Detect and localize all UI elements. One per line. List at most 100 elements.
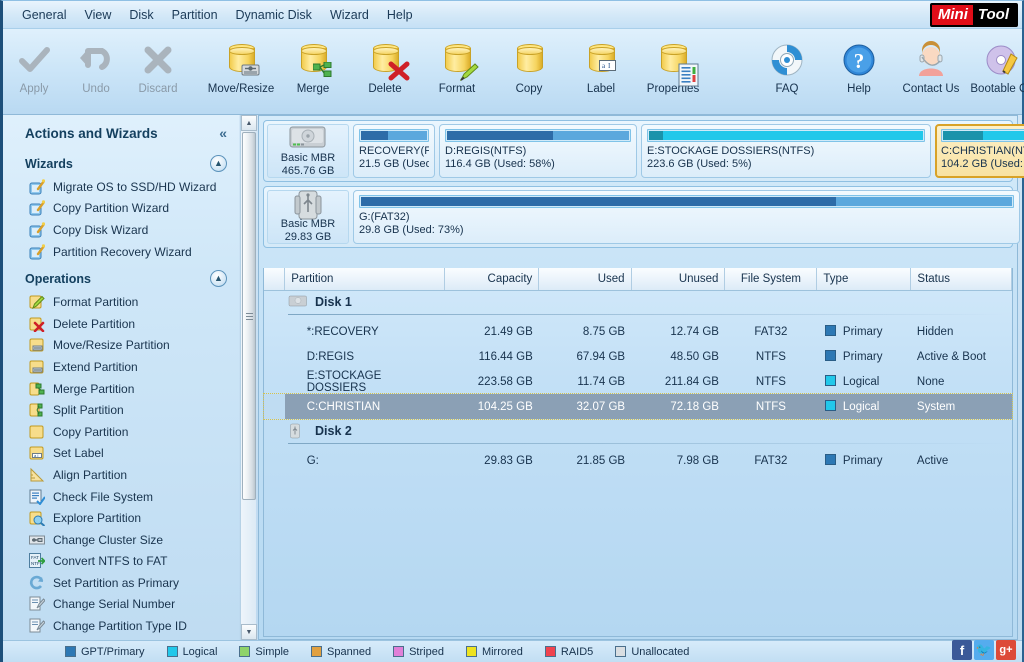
sidebar-item-merge-partition[interactable]: Merge Partition [3,378,239,400]
table-row[interactable]: E:STOCKAGE DOSSIERS 223.58 GB 11.74 GB 211.… [264,369,1012,394]
menu-item-wizard[interactable]: Wizard [321,4,378,26]
scroll-up-arrow-icon[interactable]: ▲ [241,115,257,131]
wizard-wand-icon [29,243,46,260]
partition-block-selected[interactable]: C:CHRISTIAN(NTFS)104.2 GB (Used: 30%) [935,124,1024,178]
table-header-status[interactable]: Status [910,268,1012,291]
table-row[interactable]: D:REGIS 116.44 GB 67.94 GB 48.50 GB NTFS Prim… [264,344,1012,369]
toolbar-button-move-resize[interactable]: Move/Resize [205,35,277,115]
toolbar-button-help[interactable]: ? Help [823,35,895,115]
row-gutter [264,394,285,419]
table-disk-group-header: Disk 1 [264,290,1012,319]
disk-group-cell: Disk 1 [264,290,1012,319]
question-icon: ? [839,41,879,79]
sidebar-section-toggle-icon[interactable]: ▲ [210,270,227,288]
sidebar-item-change-serial-number[interactable]: Change Serial Number [3,594,239,616]
menu-item-general[interactable]: General [13,4,75,26]
toolbar-button-merge[interactable]: Merge [277,35,349,115]
googleplus-icon[interactable]: g+ [996,640,1016,660]
sidebar-item-label: Change Serial Number [53,597,176,612]
extend-partition-icon [29,359,45,375]
sidebar-item-convert-ntfs-to-fat[interactable]: FAT NTF Convert NTFS to FAT [3,551,239,573]
sidebar-item-split-partition[interactable]: Split Partition [3,399,239,421]
partition-block[interactable]: RECOVERY(FA21.5 GB (Used [353,124,435,178]
partition-block[interactable]: E:STOCKAGE DOSSIERS(NTFS) 223.6 GB (Used:… [641,124,931,178]
sidebar-item-extend-partition[interactable]: Extend Partition [3,356,239,378]
disk-group-label: Disk 2 [315,424,352,438]
menu-item-disk[interactable]: Disk [120,4,162,26]
toolbar-button-undo[interactable]: Undo [65,35,127,115]
disk-info-1[interactable]: Basic MBR 465.76 GB [267,124,349,178]
table-header-file-system[interactable]: File System [724,268,818,291]
toolbar-button-format[interactable]: Format [421,35,493,115]
sidebar-item-label: Set Partition as Primary [53,575,180,590]
partition-size-label: 116.4 GB (Used: 58%) [445,158,555,170]
sidebar-item-label: Partition Recovery Wizard [53,244,192,259]
type-label: Logical [842,376,880,388]
sidebar-item-copy-partition[interactable]: Copy Partition [3,421,239,443]
partition-block[interactable]: D:REGIS(NTFS) 116.4 GB (Used: 58%) [439,124,637,178]
table-header-capacity[interactable]: Capacity [444,268,540,291]
menu-item-view[interactable]: View [75,4,120,26]
menu-item-help[interactable]: Help [378,4,422,26]
toolbar-button-bootable-cd[interactable]: Bootable CD [967,35,1024,115]
toolbar-button-contact-us[interactable]: Contact Us [895,35,967,115]
toolbar-button-delete[interactable]: Delete [349,35,421,115]
sidebar-item-move-resize-partition[interactable]: Move/Resize Partition [3,335,239,357]
sidebar-item-align-partition[interactable]: Align Partition [3,464,239,486]
sidebar-section-toggle-icon[interactable]: ▲ [210,155,227,172]
sidebar-item-copy-partition-wizard[interactable]: Copy Partition Wizard [3,198,239,220]
toolbar-button-faq[interactable]: FAQ [751,35,823,115]
collapse-sidebar-icon[interactable]: « [219,125,227,141]
sidebar-item-explore-partition[interactable]: Explore Partition [3,507,239,529]
toolbar-group-edit: Apply Undo Discard [3,35,189,115]
menu-item-dynamic-disk[interactable]: Dynamic Disk [227,4,321,26]
menu-item-partition[interactable]: Partition [163,4,227,26]
partition-table: Partition Capacity Used Unused File System Ty… [263,268,1013,473]
toolbar-button-label[interactable]: a I Label [565,35,637,115]
twitter-icon[interactable]: 🐦 [974,640,994,660]
sidebar-item-change-partition-type-id[interactable]: Change Partition Type ID [3,615,239,637]
scrollbar-thumb[interactable] [242,132,256,500]
table-row[interactable]: *:RECOVERY 21.49 GB 8.75 GB 12.74 GB FAT32 Pr… [264,319,1012,344]
sidebar-item-delete-partition[interactable]: Delete Partition [3,313,239,335]
sidebar-item-label: Copy Partition Wizard [53,201,170,216]
toolbar-button-discard[interactable]: Discard [127,35,189,115]
toolbar-button-apply[interactable]: Apply [3,35,65,115]
table-row[interactable]: C:CHRISTIAN 104.25 GB 32.07 GB 72.18 GB NTFS… [263,393,1013,420]
partition-usage-bar [359,129,429,142]
partition-block[interactable]: G:(FAT32) 29.8 GB (Used: 73%) [353,190,1020,244]
delete-icon [365,41,410,81]
change-type-id-icon [29,618,46,634]
legend-label: RAID5 [560,645,594,658]
legend-label: Unallocated [631,645,690,658]
toolbar-button-properties[interactable]: Properties [637,35,709,115]
usb-disk-icon [288,423,308,439]
sidebar-item-label: Change Cluster Size [53,532,164,547]
sidebar-item-partition-recovery-wizard[interactable]: Partition Recovery Wizard [3,241,239,263]
sidebar-item-copy-disk-wizard[interactable]: Copy Disk Wizard [3,219,239,241]
change-cluster-size-icon [29,532,45,548]
table-header-unused[interactable]: Unused [631,268,726,291]
sidebar-item-set-label[interactable]: a I Set Label [3,443,239,465]
explore-partition-icon [29,510,46,527]
facebook-icon[interactable]: f [952,640,972,660]
sidebar-item-change-cluster-size[interactable]: Change Cluster Size [3,529,239,551]
properties-icon [653,41,699,87]
sidebar-item-migrate-os-to-ssd-hd-wizard[interactable]: Migrate OS to SSD/HD Wizard [3,176,239,198]
sidebar-scrollbar[interactable]: ▲ ▼ [240,115,257,640]
sidebar-item-format-partition[interactable]: Format Partition [3,291,239,313]
sidebar-item-label: Align Partition [53,467,128,482]
table-row[interactable]: G: 29.83 GB 21.85 GB 7.98 GB FAT32 Primary Act… [264,448,1012,473]
disk-info-2[interactable]: Basic MBR 29.83 GB [267,190,349,244]
scroll-down-arrow-icon[interactable]: ▼ [241,624,257,640]
split-partition-icon [29,402,45,418]
logo-tool-text: Tool [972,5,1016,25]
table-header-partition[interactable]: Partition [284,268,445,291]
table-header-type[interactable]: Type [816,268,912,291]
legend-label: GPT/Primary [81,645,145,658]
sidebar-item-check-file-system[interactable]: Check File System [3,486,239,508]
table-cell-type-value: Logical [816,394,911,419]
table-header-used[interactable]: Used [538,268,632,291]
toolbar-button-copy[interactable]: Copy [493,35,565,115]
sidebar-item-set-partition-as-primary[interactable]: Set Partition as Primary [3,572,239,594]
